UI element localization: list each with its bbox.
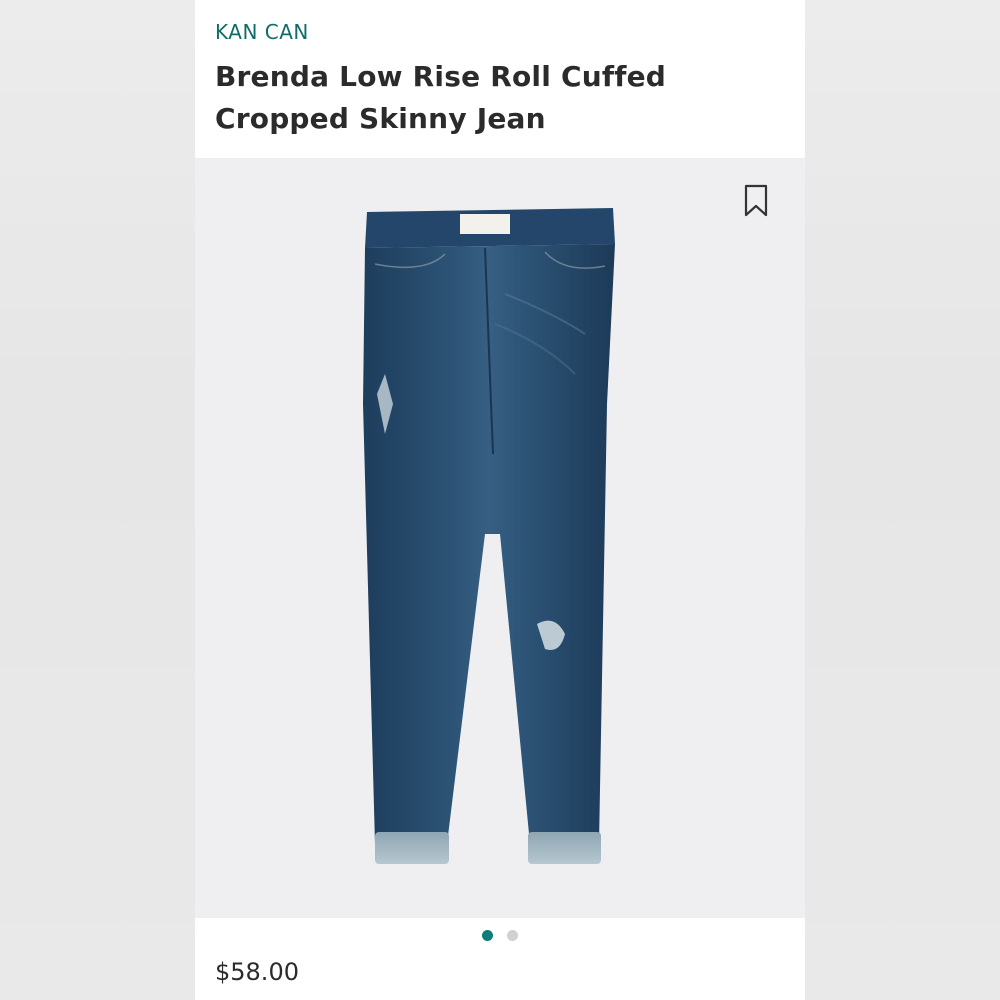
carousel-dot-1[interactable] bbox=[482, 930, 493, 941]
carousel-indicator bbox=[195, 930, 805, 946]
carousel-dot-2[interactable] bbox=[507, 930, 518, 941]
background-blur-left bbox=[0, 0, 195, 1000]
brand-name[interactable]: KAN CAN bbox=[215, 20, 309, 44]
product-price: $58.00 bbox=[215, 958, 299, 986]
product-title: Brenda Low Rise Roll Cuffed Cropped Skin… bbox=[215, 60, 667, 135]
bookmark-icon[interactable] bbox=[743, 184, 769, 218]
product-card: KAN CAN Brenda Low Rise Roll Cuffed Crop… bbox=[195, 0, 805, 1000]
product-image-carousel[interactable] bbox=[195, 158, 805, 918]
background-blur-right bbox=[805, 0, 1000, 1000]
product-image bbox=[363, 208, 615, 864]
